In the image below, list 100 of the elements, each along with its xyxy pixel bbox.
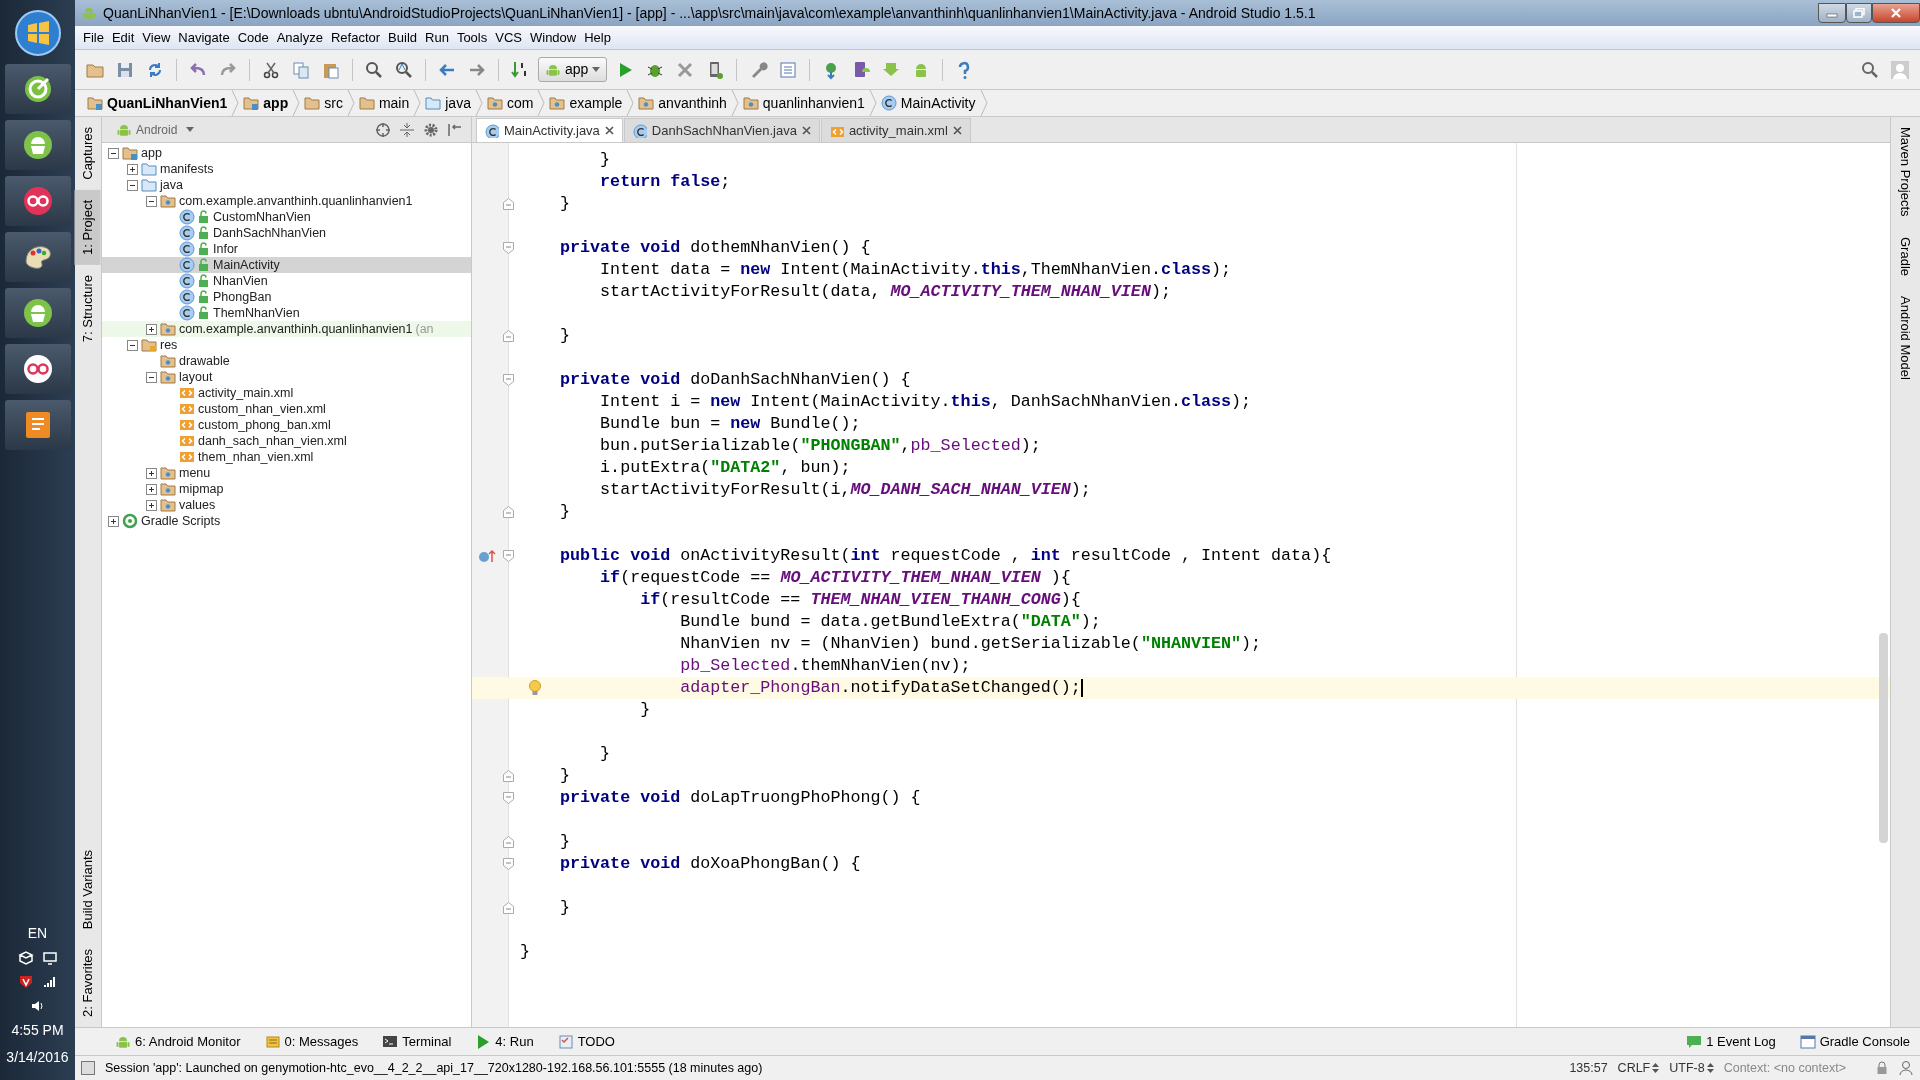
editor-tab[interactable]: DanhSachNhanVien.java (623, 118, 820, 142)
tree-item[interactable]: danh_sach_nhan_vien.xml (102, 433, 471, 449)
language-indicator[interactable]: EN (27, 923, 48, 944)
collapse-toggle-icon[interactable] (146, 195, 157, 207)
override-marker-icon[interactable] (478, 549, 496, 563)
tree-item[interactable]: ThemNhanVien (102, 305, 471, 321)
editor-tab[interactable]: MainActivity.java (476, 118, 623, 142)
tree-item[interactable]: layout (102, 369, 471, 385)
fold-marker-icon[interactable] (503, 858, 514, 870)
taskbar-button[interactable] (4, 288, 71, 338)
taskbar-button[interactable] (4, 64, 71, 114)
hide-panel-icon[interactable] (447, 121, 463, 138)
tree-item[interactable]: res (102, 337, 471, 353)
taskbar-button[interactable] (4, 176, 71, 226)
encoding-selector[interactable]: UTF-8 (1669, 1058, 1714, 1078)
top-level-menu[interactable]: View (138, 27, 175, 48)
tool-window-tab[interactable]: 7: Structure (75, 264, 101, 352)
top-level-menu[interactable]: Refactor (326, 27, 385, 48)
collapse-all-icon[interactable] (399, 121, 415, 138)
top-level-menu[interactable]: Build (384, 27, 421, 48)
breadcrumb-item[interactable]: com (482, 92, 538, 114)
tree-item[interactable]: them_nhan_vien.xml (102, 449, 471, 465)
fold-marker-icon[interactable] (503, 330, 514, 342)
tree-item[interactable]: custom_nhan_vien.xml (102, 401, 471, 417)
tree-item[interactable]: java (102, 177, 471, 193)
top-level-menu[interactable]: Help (580, 27, 615, 48)
expand-toggle-icon[interactable] (146, 467, 157, 479)
expand-toggle-icon[interactable] (127, 163, 138, 175)
monitor-icon[interactable] (41, 950, 58, 966)
tree-item[interactable]: mipmap (102, 481, 471, 497)
cursor-position[interactable]: 135:57 (1569, 1058, 1608, 1078)
tree-item[interactable]: CustomNhanVien (102, 209, 471, 225)
clock-time[interactable]: 4:55 PM (11, 1020, 64, 1041)
lightbulb-icon[interactable] (528, 679, 542, 697)
expand-toggle-icon[interactable] (146, 483, 157, 495)
fold-marker-icon[interactable] (503, 770, 514, 782)
tool-window-tab[interactable]: Gradle (1891, 226, 1920, 286)
gear-icon[interactable] (423, 121, 439, 138)
close-icon[interactable] (801, 126, 811, 135)
tree-item[interactable]: MainActivity (102, 257, 471, 273)
start-orb-icon[interactable] (12, 8, 63, 58)
tool-window-button[interactable]: Terminal (372, 1029, 462, 1054)
close-button[interactable] (1872, 3, 1920, 23)
collapse-toggle-icon[interactable] (108, 147, 119, 159)
line-separator-selector[interactable]: CRLF (1617, 1058, 1660, 1078)
top-level-menu[interactable]: Navigate (174, 27, 234, 48)
tool-window-button[interactable]: 6: Android Monitor (105, 1029, 251, 1054)
close-icon[interactable] (952, 126, 962, 135)
tool-window-button[interactable]: Gradle Console (1789, 1029, 1920, 1054)
tool-window-tab[interactable]: 2: Favorites (75, 939, 101, 1027)
fold-marker-icon[interactable] (503, 792, 514, 804)
tree-item[interactable]: NhanVien (102, 273, 471, 289)
tree-item[interactable]: drawable (102, 353, 471, 369)
shield-icon[interactable] (17, 974, 34, 990)
tree-item[interactable]: app (102, 145, 471, 161)
breadcrumb-item[interactable]: MainActivity (876, 92, 980, 114)
taskbar-button[interactable] (4, 344, 71, 394)
scrollbar-thumb[interactable] (1879, 633, 1888, 843)
breadcrumb-item[interactable]: app (239, 92, 293, 114)
tree-item[interactable]: com.example.anvanthinh.quanlinhanvien1 (102, 193, 471, 209)
close-icon[interactable] (604, 126, 614, 135)
fold-marker-icon[interactable] (503, 374, 514, 386)
breadcrumb-item[interactable]: QuanLiNhanVien1 (83, 92, 232, 114)
tool-window-button[interactable]: 0: Messages (254, 1029, 369, 1054)
fold-marker-icon[interactable] (503, 550, 514, 562)
run-configuration-dropdown[interactable]: app (538, 57, 608, 82)
top-level-menu[interactable]: VCS (491, 27, 526, 48)
fold-marker-icon[interactable] (503, 506, 514, 518)
expand-toggle-icon[interactable] (108, 515, 119, 527)
tree-item[interactable]: activity_main.xml (102, 385, 471, 401)
tree-item[interactable]: com.example.anvanthinh.quanlinhanvien1 (an (102, 321, 471, 337)
speaker-icon[interactable] (29, 998, 46, 1014)
collapse-toggle-icon[interactable] (127, 179, 138, 191)
fold-marker-icon[interactable] (503, 902, 514, 914)
tree-item[interactable]: DanhSachNhanVien (102, 225, 471, 241)
crosshair-icon[interactable] (375, 121, 391, 138)
breadcrumb-item[interactable]: example (545, 92, 627, 114)
tool-window-tab[interactable]: Maven Projects (1891, 117, 1920, 227)
tool-window-tab[interactable]: Captures (75, 117, 101, 190)
tree-item[interactable]: custom_phong_ban.xml (102, 417, 471, 433)
breadcrumb-item[interactable]: src (300, 92, 347, 114)
tree-item[interactable]: manifests (102, 161, 471, 177)
taskbar-button[interactable] (4, 120, 71, 170)
expand-toggle-icon[interactable] (146, 323, 157, 335)
top-level-menu[interactable]: File (79, 27, 108, 48)
top-level-menu[interactable]: Run (421, 27, 453, 48)
box-icon[interactable] (17, 950, 34, 966)
taskbar-button[interactable] (4, 232, 71, 282)
top-level-menu[interactable]: Analyze (272, 27, 327, 48)
fold-marker-icon[interactable] (503, 198, 514, 210)
expand-toggle-icon[interactable] (146, 499, 157, 511)
tree-item[interactable]: Gradle Scripts (102, 513, 471, 529)
tool-window-tab[interactable]: Android Model (1891, 285, 1920, 390)
taskbar-button[interactable] (4, 400, 71, 450)
top-level-menu[interactable]: Window (525, 27, 581, 48)
top-level-menu[interactable]: Code (233, 27, 273, 48)
fold-marker-icon[interactable] (503, 836, 514, 848)
tree-item[interactable]: menu (102, 465, 471, 481)
tool-window-button[interactable]: 1 Event Log (1676, 1029, 1786, 1054)
fold-marker-icon[interactable] (503, 242, 514, 254)
